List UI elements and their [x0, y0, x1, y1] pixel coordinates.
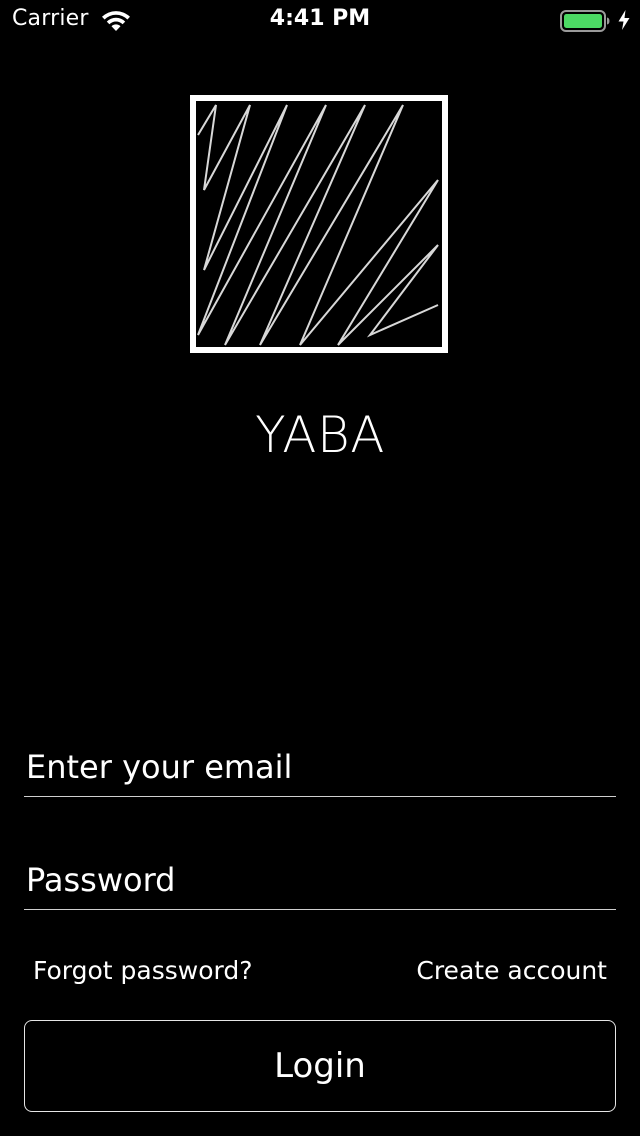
app-logo-icon — [190, 95, 448, 353]
email-field-container — [24, 738, 616, 797]
charging-icon — [618, 10, 630, 30]
password-input[interactable] — [24, 851, 616, 909]
app-name: YABA — [255, 406, 385, 464]
email-input[interactable] — [24, 738, 616, 796]
password-field-container — [24, 851, 616, 910]
create-account-link[interactable]: Create account — [416, 956, 607, 985]
status-bar: Carrier 4:41 PM — [0, 0, 640, 40]
status-time: 4:41 PM — [269, 6, 371, 31]
login-button[interactable]: Login — [24, 1020, 616, 1112]
forgot-password-link[interactable]: Forgot password? — [33, 956, 253, 985]
battery-icon — [560, 10, 610, 32]
